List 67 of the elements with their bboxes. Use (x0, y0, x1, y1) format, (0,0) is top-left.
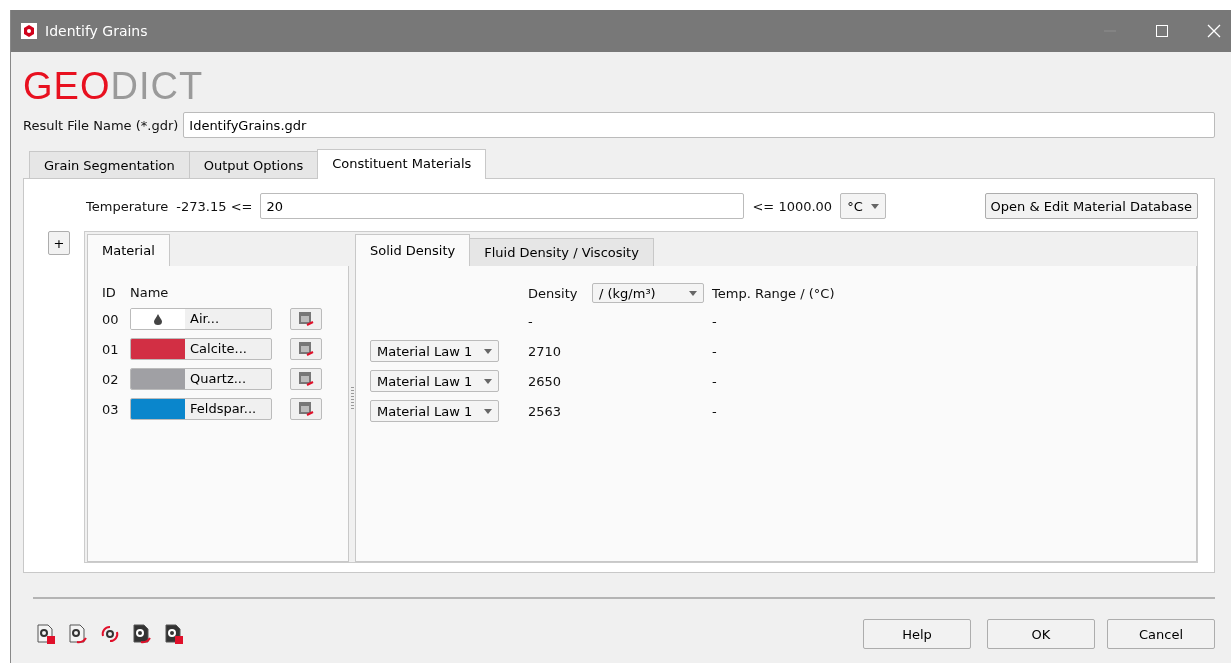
logo-text: GEO (23, 65, 111, 108)
tab[interactable]: Output Options (188, 151, 319, 178)
window-title: Identify Grains (45, 23, 148, 39)
material-database-button[interactable]: Open & Edit Material Database (984, 193, 1198, 219)
logo-text: DICT (110, 65, 204, 108)
material-button[interactable]: Quartz... (130, 368, 272, 390)
material-id: 02 (102, 371, 120, 387)
table-edit-icon (297, 341, 315, 357)
density-value: 2563 (528, 403, 563, 419)
field-label: Temperature (86, 198, 169, 214)
add-button[interactable]: + (48, 231, 70, 255)
unit-dropdown[interactable]: °C (840, 193, 886, 219)
table-edit-icon (297, 401, 315, 417)
tab[interactable]: Fluid Density / Viscosity (469, 238, 654, 266)
material-id: 01 (102, 341, 120, 357)
table-edit-icon (297, 371, 315, 387)
material-law-dropdown[interactable]: Material Law 1 (370, 370, 500, 392)
settings-file-load-icon[interactable] (67, 623, 89, 645)
app-icon (21, 23, 37, 39)
dialog-button[interactable]: OK (987, 619, 1095, 649)
tab[interactable]: Solid Density (355, 234, 471, 266)
result-file-field[interactable]: IdentifyGrains.gdr (183, 112, 1215, 138)
density-value: 2650 (528, 373, 563, 389)
settings-file-save-icon[interactable] (35, 623, 57, 645)
min-label: -273.15 <= (176, 198, 253, 214)
settings-save-icon[interactable] (163, 623, 185, 645)
tab[interactable]: Grain Segmentation (29, 151, 190, 178)
column-header: Temp. Range / (°C) (712, 285, 835, 301)
tab[interactable]: Material (87, 234, 170, 266)
settings-reset-icon[interactable] (99, 623, 121, 645)
temp-range-value: - (712, 343, 717, 359)
material-button[interactable]: Feldspar... (130, 398, 272, 420)
column-header: Name (130, 284, 169, 300)
temp-range-value: - (712, 403, 717, 419)
caret-icon (484, 378, 493, 384)
material-button[interactable]: Calcite... (130, 338, 272, 360)
density-value: 2710 (528, 343, 563, 359)
caret-icon (484, 408, 493, 414)
material-law-dropdown[interactable]: Material Law 1 (370, 340, 500, 362)
max-label: <= 1000.00 (752, 198, 833, 214)
field-label: Result File Name (*.gdr) (23, 117, 179, 133)
tab[interactable]: Constituent Materials (317, 149, 487, 179)
dialog-button[interactable]: Help (863, 619, 971, 649)
column-header: ID (102, 284, 117, 300)
close-icon[interactable] (1207, 24, 1221, 38)
edit-material-button[interactable] (290, 338, 322, 360)
caret-icon (484, 348, 493, 354)
caret-icon (689, 290, 697, 296)
unit-dropdown[interactable]: / (kg/m³) (592, 283, 704, 303)
column-header: Density (528, 285, 579, 301)
edit-material-button[interactable] (290, 368, 322, 390)
temp-range-value: - (712, 373, 717, 389)
temperature-field[interactable]: 20 (260, 193, 745, 219)
settings-load-icon[interactable] (131, 623, 153, 645)
caret-icon (870, 203, 879, 209)
table-edit-icon (297, 311, 315, 327)
drop-icon (153, 313, 163, 325)
temp-range-value: - (712, 313, 717, 329)
edit-material-button[interactable] (290, 398, 322, 420)
material-law-dropdown[interactable]: Material Law 1 (370, 400, 500, 422)
maximize-icon[interactable] (1155, 24, 1169, 38)
edit-material-button[interactable] (290, 308, 322, 330)
material-id: 03 (102, 401, 120, 417)
density-value: - (528, 313, 534, 329)
dialog-button[interactable]: Cancel (1107, 619, 1215, 649)
material-id: 00 (102, 311, 120, 327)
material-button[interactable]: Air... (130, 308, 272, 330)
